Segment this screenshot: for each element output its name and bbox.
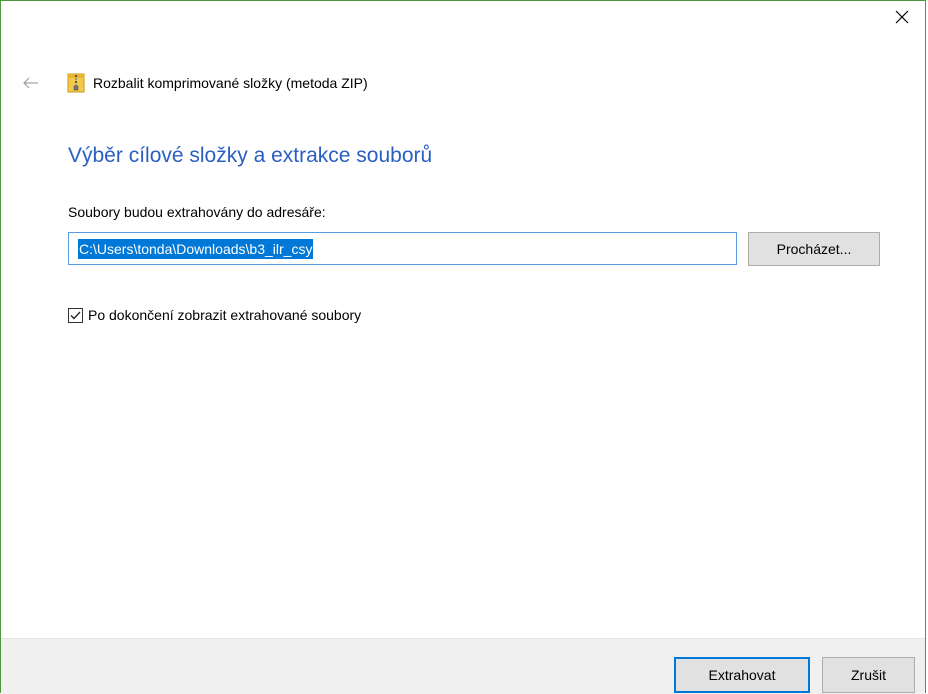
page-heading: Výběr cílové složky a extrakce souborů	[68, 144, 433, 167]
browse-button[interactable]: Procházet...	[748, 232, 880, 266]
back-button[interactable]	[19, 71, 43, 95]
close-button[interactable]	[879, 1, 925, 32]
show-files-label: Po dokončení zobrazit extrahované soubor…	[88, 307, 362, 323]
cancel-button[interactable]: Zrušit	[822, 657, 915, 693]
destination-path-text: C:\Users\tonda\Downloads\b3_ilr_csy	[78, 238, 314, 259]
show-files-checkbox[interactable]	[68, 307, 83, 323]
zip-folder-icon	[67, 73, 85, 93]
destination-label: Soubory budou extrahovány do adresáře:	[68, 204, 326, 220]
destination-path-input[interactable]: C:\Users\tonda\Downloads\b3_ilr_csy	[68, 232, 737, 265]
extract-button[interactable]: Extrahovat	[674, 657, 810, 693]
wizard-header: Rozbalit komprimované složky (metoda ZIP…	[67, 71, 368, 95]
checkmark-icon	[70, 311, 81, 319]
extract-wizard-window: Rozbalit komprimované složky (metoda ZIP…	[0, 0, 926, 694]
back-arrow-icon	[23, 77, 38, 89]
wizard-title: Rozbalit komprimované složky (metoda ZIP…	[93, 75, 368, 91]
close-icon	[895, 10, 909, 23]
show-files-option[interactable]: Po dokončení zobrazit extrahované soubor…	[68, 307, 361, 323]
